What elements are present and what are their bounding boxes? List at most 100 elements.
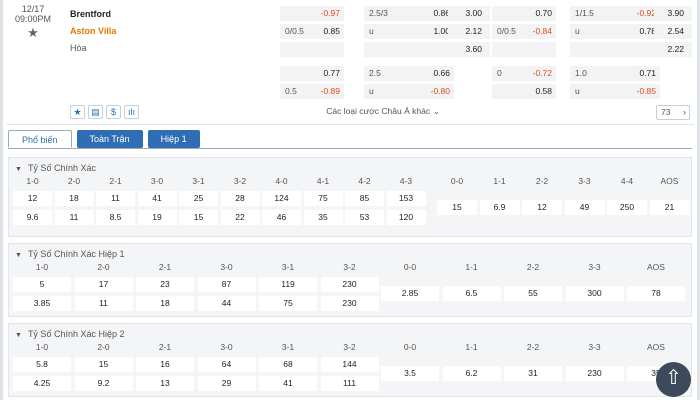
score-odds-cell[interactable]: 44 [197,296,256,311]
odds-cell[interactable]: 1/1.5 -0.92 [570,6,660,21]
score-odds-cell[interactable]: 15 [74,357,133,372]
odds-cell[interactable]: 1.0 0.71 [570,66,660,81]
odds-cell[interactable]: 0.5 -0.89 [280,84,344,99]
score-odds-cell[interactable]: 41 [137,191,177,206]
score-odds-cell[interactable]: 55 [504,286,562,301]
star-icon[interactable]: ★ [70,105,85,119]
score-odds-cell[interactable]: 12 [13,191,52,206]
score-odds-cell[interactable]: 230 [565,366,624,381]
score-odds-cell[interactable]: 6.9 [479,200,520,215]
odds-cell[interactable]: u 1.00 [364,24,454,39]
odds-cell[interactable] [364,42,454,57]
score-odds-cell[interactable]: 11 [96,191,135,206]
score-odds-cell[interactable]: 35 [303,210,343,225]
score-odds-cell[interactable]: 46 [262,210,301,225]
score-odds-cell[interactable]: 18 [54,191,94,206]
odds-cell[interactable]: 0.70 [492,6,556,21]
score-odds-cell[interactable]: 11 [54,210,94,225]
bar-chart-icon[interactable]: ılı [124,105,139,119]
odds-cell[interactable]: 3.00 [448,6,490,21]
home-team[interactable]: Brentford [70,6,116,23]
score-odds-cell[interactable]: 2.85 [381,286,439,301]
score-odds-cell[interactable]: 41 [259,376,317,391]
favorite-star-icon[interactable]: ★ [4,25,62,41]
more-markets-count[interactable]: 73 › [656,105,690,120]
score-odds-cell[interactable]: 15 [437,200,477,215]
odds-cell[interactable]: 2.54 [654,24,692,39]
odds-cell[interactable]: 2.12 [448,24,490,39]
score-odds-cell[interactable]: 53 [345,210,384,225]
score-odds-cell[interactable]: 13 [136,376,194,391]
score-odds-cell[interactable]: 78 [627,286,685,301]
score-odds-cell[interactable]: 6.2 [442,366,501,381]
odds-cell[interactable]: 0/0.5 -0.84 [492,24,556,39]
section-title[interactable]: ▼ Tỷ Số Chính Xác Hiệp 2 [15,329,125,339]
score-odds-cell[interactable]: 75 [303,191,343,206]
odds-cell[interactable] [570,42,660,57]
other-asian-bets-button[interactable]: Các loại cược Châu Á khác ⌄ [290,104,476,119]
score-odds-cell[interactable]: 153 [386,191,426,206]
score-odds-cell[interactable]: 5.8 [13,357,71,372]
odds-cell[interactable]: u -0.80 [364,84,454,99]
score-odds-cell[interactable]: 19 [137,210,177,225]
score-odds-cell[interactable]: 64 [197,357,256,372]
odds-cell[interactable]: 2.5/3 0.86 [364,6,454,21]
score-odds-cell[interactable]: 29 [197,376,256,391]
odds-cell[interactable]: 2.22 [654,42,692,57]
score-odds-cell[interactable]: 250 [607,200,647,215]
score-odds-cell[interactable]: 119 [259,277,317,292]
odds-cell[interactable] [492,42,556,57]
score-odds-cell[interactable]: 85 [345,191,384,206]
score-odds-cell[interactable]: 230 [320,296,379,311]
score-odds-cell[interactable]: 11 [74,296,133,311]
score-odds-cell[interactable]: 6.5 [442,286,501,301]
score-odds-cell[interactable]: 28 [220,191,260,206]
score-odds-cell[interactable]: 12 [522,200,562,215]
score-odds-cell[interactable]: 75 [259,296,317,311]
score-odds-cell[interactable]: 25 [179,191,218,206]
list-icon[interactable]: ▤ [88,105,103,119]
odds-cell[interactable] [280,42,344,57]
away-team[interactable]: Aston Villa [70,23,116,40]
odds-cell[interactable]: 0.77 [280,66,344,81]
odds-cell[interactable]: -0.97 [280,6,344,21]
score-odds-cell[interactable]: 144 [320,357,379,372]
tab-half-1[interactable]: Hiệp 1 [147,130,200,148]
score-odds-cell[interactable]: 49 [564,200,605,215]
section-title[interactable]: ▼ Tỷ Số Chính Xác [15,163,96,173]
score-odds-cell[interactable]: 3.5 [381,366,439,381]
section-title[interactable]: ▼ Tỷ Số Chính Xác Hiệp 1 [15,249,125,259]
odds-cell[interactable]: 3.60 [448,42,490,57]
score-odds-cell[interactable]: 23 [136,277,194,292]
score-odds-cell[interactable]: 31 [504,366,562,381]
score-odds-cell[interactable]: 120 [386,210,426,225]
score-odds-cell[interactable]: 3.85 [13,296,71,311]
dollar-icon[interactable]: $ [106,105,121,119]
scroll-top-arrow-up-icon[interactable]: ⇧ [656,362,691,397]
score-odds-cell[interactable]: 18 [136,296,194,311]
score-odds-cell[interactable]: 22 [220,210,260,225]
score-odds-cell[interactable]: 17 [74,277,133,292]
score-odds-cell[interactable]: 8.5 [96,210,135,225]
score-odds-cell[interactable]: 9.2 [74,376,133,391]
score-odds-cell[interactable]: 16 [136,357,194,372]
score-odds-cell[interactable]: 124 [262,191,301,206]
odds-cell[interactable]: 0/0.5 0.85 [280,24,344,39]
score-odds-cell[interactable]: 4.25 [13,376,71,391]
score-odds-cell[interactable]: 15 [179,210,218,225]
score-odds-cell[interactable]: 87 [197,277,256,292]
score-odds-cell[interactable]: 21 [649,200,690,215]
score-odds-cell[interactable]: 111 [320,376,379,391]
tab-popular[interactable]: Phổ biến [8,130,72,148]
score-odds-cell[interactable]: 5 [13,277,71,292]
score-odds-cell[interactable]: 230 [320,277,379,292]
score-odds-cell[interactable]: 9.6 [13,210,52,225]
odds-cell[interactable]: u 0.78 [570,24,660,39]
odds-cell[interactable]: 2.5 0.66 [364,66,454,81]
score-odds-cell[interactable]: 300 [565,286,624,301]
odds-cell[interactable]: 0.58 [492,84,556,99]
tab-full-match[interactable]: Toàn Trận [76,130,143,148]
odds-cell[interactable]: 0 -0.72 [492,66,556,81]
score-odds-cell[interactable]: 68 [259,357,317,372]
odds-cell[interactable]: u -0.85 [570,84,660,99]
